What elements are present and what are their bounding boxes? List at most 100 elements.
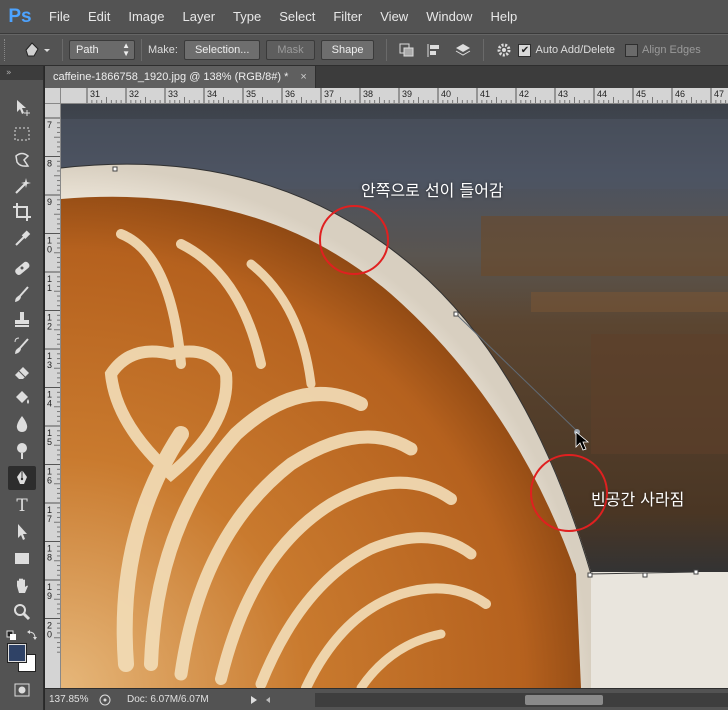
horizontal-ruler[interactable]: 31 32 33 34 35 36 37 38 39 40 41 42 43 44 45 46 47 — [61, 88, 728, 104]
status-bar: 137.85% Doc: 6.07M/6.07M — [45, 688, 728, 710]
menu-filter[interactable]: Filter — [324, 0, 371, 34]
clone-stamp-tool-icon[interactable] — [8, 308, 36, 332]
menu-file[interactable]: File — [40, 0, 79, 34]
ruler-label: 7 — [47, 120, 52, 130]
ruler-label: 8 — [47, 553, 52, 563]
make-mask-button[interactable]: Mask — [266, 40, 315, 60]
horizontal-scroll-thumb[interactable] — [525, 695, 603, 705]
ruler-label: 37 — [324, 89, 334, 99]
type-tool-icon[interactable]: T — [8, 494, 36, 518]
make-shape-button[interactable]: Shape — [320, 40, 375, 60]
spinner-icon: ▲ ▼ — [122, 41, 130, 58]
eyedropper-tool-icon[interactable] — [8, 226, 36, 250]
make-label: Make: — [148, 44, 178, 56]
align-edges-checkbox[interactable] — [625, 43, 638, 57]
foreground-color-swatch[interactable] — [7, 643, 27, 663]
pen-tool-button[interactable] — [8, 466, 36, 490]
scroll-left-arrow-icon[interactable] — [261, 692, 275, 708]
ruler-label: 47 — [714, 89, 724, 99]
tool-preset-picker[interactable] — [18, 38, 56, 62]
magic-wand-tool-icon[interactable] — [8, 174, 36, 198]
brush-tool-icon[interactable] — [8, 282, 36, 306]
canvas[interactable]: 안쪽으로 선이 들어감 빈공간 사라짐 — [61, 104, 728, 688]
ruler-label: 0 — [47, 245, 52, 255]
ruler-origin[interactable] — [45, 88, 61, 104]
move-tool-icon[interactable] — [8, 96, 36, 120]
ruler-label: 31 — [90, 89, 100, 99]
ruler-label: 46 — [675, 89, 685, 99]
auto-add-delete-checkbox[interactable]: ✔ — [518, 43, 532, 57]
ruler-label: 8 — [47, 159, 52, 169]
blur-tool-icon[interactable] — [8, 412, 36, 436]
ruler-label: 44 — [597, 89, 607, 99]
ruler-label: 38 — [363, 89, 373, 99]
make-selection-button[interactable]: Selection... — [183, 40, 261, 60]
auto-add-delete-label: Auto Add/Delete — [535, 44, 615, 56]
menu-image[interactable]: Image — [119, 0, 173, 34]
ruler-label: 33 — [168, 89, 178, 99]
ruler-label: 9 — [47, 197, 52, 207]
annotation-gap-disappear: 빈공간 사라짐 — [591, 490, 685, 509]
ruler-label: 6 — [47, 476, 52, 486]
ruler-label: 9 — [47, 591, 52, 601]
document-title: caffeine-1866758_1920.jpg @ 138% (RGB/8#… — [53, 71, 289, 83]
marquee-tool-icon[interactable] — [8, 122, 36, 146]
zoom-level[interactable]: 137.85% — [45, 694, 93, 705]
ruler-label: 36 — [285, 89, 295, 99]
tool-mode-value: Path — [76, 44, 99, 56]
menu-bar: Ps File Edit Image Layer Type Select Fil… — [0, 0, 728, 34]
close-icon[interactable]: × — [300, 66, 306, 88]
horizontal-ruler-ticks: 31 32 33 34 35 36 37 38 39 40 41 42 43 44 45 46 47 — [86, 88, 727, 103]
menu-view[interactable]: View — [371, 0, 417, 34]
menu-edit[interactable]: Edit — [79, 0, 119, 34]
separator — [141, 39, 142, 61]
ruler-label: 3 — [47, 360, 52, 370]
horizontal-scrollbar[interactable] — [315, 693, 728, 707]
ruler-label: 40 — [441, 89, 451, 99]
ruler-label: 45 — [636, 89, 646, 99]
document-tab[interactable]: caffeine-1866758_1920.jpg @ 138% (RGB/8#… — [45, 66, 316, 88]
history-brush-tool-icon[interactable] — [8, 334, 36, 358]
tool-mode-select[interactable]: Path ▲ ▼ — [69, 40, 135, 60]
dodge-tool-icon[interactable] — [8, 438, 36, 462]
annotation-inner-line: 안쪽으로 선이 들어감 — [361, 181, 504, 200]
ruler-label: 34 — [207, 89, 217, 99]
separator — [386, 39, 388, 61]
tools-panel-collapse[interactable]: » — [0, 66, 43, 80]
paint-bucket-tool-icon[interactable] — [8, 386, 36, 410]
align-edges-label: Align Edges — [642, 44, 701, 56]
vertical-ruler[interactable]: 7891011121314151617181920 — [45, 104, 61, 688]
gear-icon[interactable] — [492, 39, 516, 61]
ruler-label: 43 — [558, 89, 568, 99]
menu-window[interactable]: Window — [417, 0, 481, 34]
menu-help[interactable]: Help — [481, 0, 526, 34]
path-alignment-icon[interactable] — [423, 39, 447, 61]
ruler-label: 39 — [402, 89, 412, 99]
ruler-label: 35 — [246, 89, 256, 99]
zoom-tool-icon[interactable] — [8, 600, 36, 624]
crop-tool-icon[interactable] — [8, 200, 36, 224]
healing-brush-tool-icon[interactable] — [8, 256, 36, 280]
color-swatches[interactable] — [7, 643, 38, 674]
ruler-label: 5 — [47, 437, 52, 447]
ruler-label: 0 — [47, 630, 52, 640]
path-operations-icon[interactable] — [395, 39, 419, 61]
quick-mask-icon[interactable] — [8, 678, 36, 702]
status-menu-arrow-icon[interactable] — [247, 692, 261, 708]
ruler-label: 7 — [47, 514, 52, 524]
eraser-tool-icon[interactable] — [8, 360, 36, 384]
hand-tool-icon[interactable] — [8, 574, 36, 598]
menu-type[interactable]: Type — [224, 0, 270, 34]
lasso-tool-icon[interactable] — [8, 148, 36, 172]
menu-layer[interactable]: Layer — [174, 0, 225, 34]
path-arrangement-icon[interactable] — [451, 39, 475, 61]
path-selection-tool-icon[interactable] — [8, 520, 36, 544]
rectangle-tool-icon[interactable] — [8, 546, 36, 570]
photoshop-logo: Ps — [8, 5, 32, 27]
separator — [62, 39, 63, 61]
ruler-label: 42 — [519, 89, 529, 99]
status-info-icon[interactable] — [97, 693, 113, 707]
document-tab-bar: caffeine-1866758_1920.jpg @ 138% (RGB/8#… — [45, 66, 728, 88]
options-grip[interactable] — [4, 39, 12, 61]
menu-select[interactable]: Select — [270, 0, 324, 34]
